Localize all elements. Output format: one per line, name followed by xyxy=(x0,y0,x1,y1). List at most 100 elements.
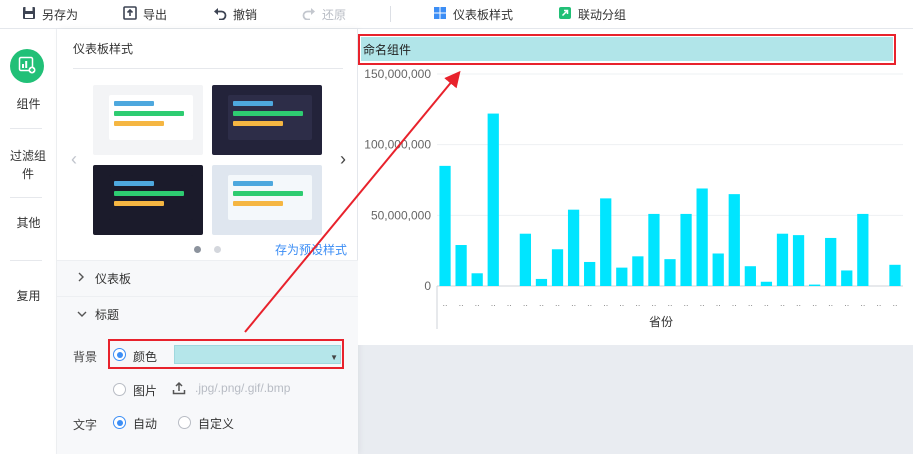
bar xyxy=(439,165,451,286)
x-tick-label: .. xyxy=(748,298,753,308)
bar xyxy=(535,278,548,286)
linkage-group-label: 联动分组 xyxy=(578,7,627,22)
dashboard-style-label: 仪表板样式 xyxy=(453,7,514,22)
sidebar-divider xyxy=(10,197,42,198)
bar xyxy=(616,267,628,286)
x-tick-label: .. xyxy=(443,298,448,308)
save-preset-link[interactable]: 存为预设样式 xyxy=(275,241,347,258)
linkage-group-button[interactable]: 联动分组 xyxy=(558,5,626,23)
bar xyxy=(455,245,467,286)
bar xyxy=(857,213,869,286)
section-dashboard[interactable]: 仪表板 xyxy=(57,260,358,296)
bar xyxy=(728,194,740,286)
theme-card xyxy=(109,175,193,220)
text-custom-radio[interactable] xyxy=(178,416,191,429)
text-auto-label[interactable]: 自动 xyxy=(133,415,157,432)
bar xyxy=(825,237,837,286)
x-tick-label: .. xyxy=(635,298,640,308)
x-tick-label: .. xyxy=(892,298,897,308)
add-component-button[interactable] xyxy=(10,49,44,83)
theme-thumbnail[interactable] xyxy=(93,165,203,235)
x-tick-label: .. xyxy=(539,298,544,308)
theme-bar xyxy=(233,181,273,186)
x-tick-label: .. xyxy=(491,298,496,308)
x-tick-label: .. xyxy=(555,298,560,308)
y-tick-label: 50,000,000 xyxy=(371,208,431,222)
x-tick-label: .. xyxy=(603,298,608,308)
carousel-dot[interactable] xyxy=(214,246,221,253)
link-icon xyxy=(558,6,572,23)
theme-thumbnail[interactable] xyxy=(212,85,322,155)
theme-thumbnail[interactable] xyxy=(93,85,203,155)
dashboard-style-panel: 仪表板样式 ‹ › 存为预设样式 仪表板 标题 背景 颜色 ▼ 图片 .jpg/… xyxy=(57,29,358,454)
sidebar-item-filter[interactable]: 过滤组件 xyxy=(8,147,48,183)
bg-color-radio[interactable] xyxy=(113,348,126,361)
theme-card xyxy=(228,95,312,140)
theme-bar xyxy=(114,201,164,206)
theme-bar xyxy=(114,111,184,116)
y-tick-label: 150,000,000 xyxy=(364,67,431,81)
bar xyxy=(808,284,821,286)
bg-image-radio[interactable] xyxy=(113,383,126,396)
x-tick-label: .. xyxy=(651,298,656,308)
x-tick-label: .. xyxy=(475,298,480,308)
chevron-down-icon xyxy=(77,309,91,321)
sidebar-item-reuse[interactable]: 复用 xyxy=(0,287,57,305)
color-picker-select[interactable]: ▼ xyxy=(174,345,341,364)
x-tick-label: .. xyxy=(780,298,785,308)
bar xyxy=(567,209,580,286)
theme-card xyxy=(228,175,312,220)
bar xyxy=(471,273,483,286)
x-tick-label: .. xyxy=(459,298,464,308)
upload-format-hint: .jpg/.png/.gif/.bmp xyxy=(195,381,291,395)
x-tick-label: .. xyxy=(764,298,769,308)
undo-button[interactable]: 撤销 xyxy=(213,5,257,23)
bar xyxy=(600,198,612,286)
x-tick-label: .. xyxy=(571,298,576,308)
x-tick-label: .. xyxy=(716,298,721,308)
grid-icon xyxy=(433,6,447,23)
y-tick-label: 100,000,000 xyxy=(364,138,431,152)
x-tick-label: .. xyxy=(876,298,881,308)
bg-color-label[interactable]: 颜色 xyxy=(133,348,157,365)
sidebar-item-components[interactable]: 组件 xyxy=(0,95,57,113)
theme-bar xyxy=(233,101,273,106)
theme-bar xyxy=(114,101,154,106)
canvas-area: 命名组件 0 50,000,000 100,000,000 150,000,000..… xyxy=(358,29,913,454)
bar xyxy=(584,261,596,286)
x-tick-label: .. xyxy=(684,298,689,308)
section-dashboard-label: 仪表板 xyxy=(95,272,132,286)
x-tick-label: .. xyxy=(796,298,801,308)
redo-icon xyxy=(302,6,316,23)
export-icon xyxy=(123,5,137,23)
x-tick-label: .. xyxy=(667,298,672,308)
theme-thumbnail[interactable] xyxy=(212,165,322,235)
upload-icon[interactable] xyxy=(172,381,186,398)
text-label: 文字 xyxy=(73,418,98,432)
x-tick-label: .. xyxy=(732,298,737,308)
text-custom-label[interactable]: 自定义 xyxy=(198,415,234,432)
save-icon xyxy=(22,6,36,23)
export-button[interactable]: 导出 xyxy=(123,5,167,23)
undo-label: 撤销 xyxy=(233,7,258,22)
sidebar-item-other[interactable]: 其他 xyxy=(0,214,57,232)
redo-button[interactable]: 还原 xyxy=(302,5,346,23)
bar xyxy=(680,213,692,286)
bg-image-label[interactable]: 图片 xyxy=(133,382,157,399)
x-tick-label: .. xyxy=(619,298,624,308)
chart-component[interactable]: 命名组件 0 50,000,000 100,000,000 150,000,000..… xyxy=(358,29,913,345)
bar xyxy=(744,266,756,286)
redo-label: 还原 xyxy=(322,7,347,22)
toolbar-divider xyxy=(390,6,391,22)
chevron-right-icon[interactable]: › xyxy=(336,147,350,171)
panel-title: 仪表板样式 xyxy=(73,42,134,56)
dashboard-style-button[interactable]: 仪表板样式 xyxy=(433,5,513,23)
save-as-button[interactable]: 另存为 xyxy=(22,5,78,23)
x-axis-label: 省份 xyxy=(649,315,673,329)
text-auto-radio[interactable] xyxy=(113,416,126,429)
section-title[interactable]: 标题 xyxy=(57,296,358,332)
bar xyxy=(696,188,708,286)
carousel-dot[interactable] xyxy=(194,246,201,253)
chevron-left-icon[interactable]: ‹ xyxy=(67,147,81,171)
x-tick-label: .. xyxy=(523,298,528,308)
